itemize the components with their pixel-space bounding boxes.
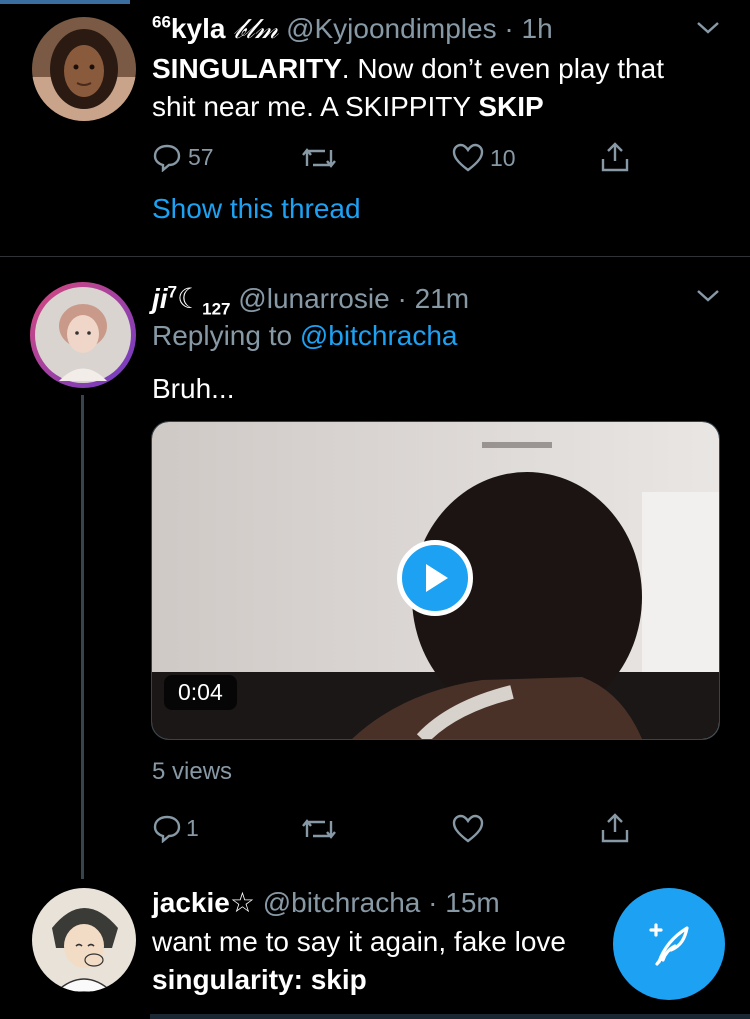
reply-count: 1 [186, 814, 199, 841]
separator: · [504, 13, 514, 44]
handle[interactable]: @lunarrosie [238, 283, 389, 314]
heart-icon [452, 814, 484, 843]
display-name[interactable]: ji7☾127 [152, 283, 231, 319]
retweet-button[interactable] [301, 144, 337, 172]
heart-icon [452, 143, 484, 172]
tweet-text-line-2: shit near me. A SKIPPITY SKIP [152, 91, 544, 122]
timestamp[interactable]: 21m [415, 283, 469, 314]
reply-icon [153, 815, 181, 843]
reply-button[interactable]: 57 [152, 142, 214, 172]
avatar[interactable] [30, 282, 136, 388]
tweet-kyla[interactable]: 66kyla 𝒷𝓁𝓂 @Kyjoondimples · 1h SINGULARI… [0, 0, 750, 255]
separator: · [428, 887, 438, 918]
media-preview-edge [150, 1014, 750, 1019]
separator: · [397, 283, 407, 314]
tweet-header: 66kyla 𝒷𝓁𝓂 @Kyjoondimples · 1h [152, 12, 553, 46]
share-icon [601, 813, 629, 843]
tweet-header: ji7☾127 @lunarrosie · 21m [152, 282, 469, 320]
chevron-down-icon[interactable] [695, 20, 721, 36]
video-duration: 0:04 [164, 675, 237, 710]
like-button[interactable] [452, 814, 484, 844]
view-count: 5 views [152, 758, 233, 785]
timestamp[interactable]: 15m [445, 887, 499, 918]
retweet-button[interactable] [301, 815, 337, 843]
play-button[interactable] [397, 540, 473, 616]
share-button[interactable] [599, 812, 631, 844]
video-player[interactable]: 0:04 [151, 421, 720, 740]
avatar[interactable] [32, 17, 136, 121]
reply-icon [153, 144, 181, 172]
show-thread-link[interactable]: Show this thread [152, 193, 361, 225]
avatar[interactable] [32, 888, 136, 992]
share-icon [601, 142, 629, 172]
retweet-icon [302, 148, 336, 168]
retweet-icon [302, 819, 336, 839]
display-name[interactable]: 66kyla 𝒷𝓁𝓂 [152, 12, 278, 45]
display-name[interactable]: jackie☆ [152, 887, 255, 918]
compose-feather-icon [649, 923, 689, 966]
timestamp[interactable]: 1h [522, 13, 553, 44]
replying-to: Replying to @bitchracha [152, 320, 458, 351]
tweet-text-line-1: SINGULARITY. Now don’t even play that [152, 53, 664, 84]
tweet-header: jackie☆ @bitchracha · 15m [152, 886, 500, 919]
thread-connector [81, 395, 84, 879]
moon-icon: ☾ [177, 283, 203, 314]
tweet-text-line-2: singularity: skip [152, 964, 367, 995]
replying-to-handle[interactable]: @bitchracha [300, 320, 458, 351]
play-icon [426, 564, 448, 592]
handle[interactable]: @bitchracha [263, 887, 421, 918]
tweet-text: Bruh... [152, 373, 235, 404]
handle[interactable]: @Kyjoondimples [286, 13, 497, 44]
tweet-text-line-1: want me to say it again, fake love [152, 926, 566, 957]
reply-count: 57 [188, 143, 214, 170]
chevron-down-icon[interactable] [695, 288, 721, 304]
compose-tweet-button[interactable] [613, 888, 725, 1000]
like-button[interactable]: 10 [452, 143, 516, 173]
like-count: 10 [490, 144, 516, 171]
reply-button[interactable]: 1 [152, 813, 199, 843]
share-button[interactable] [599, 141, 631, 173]
